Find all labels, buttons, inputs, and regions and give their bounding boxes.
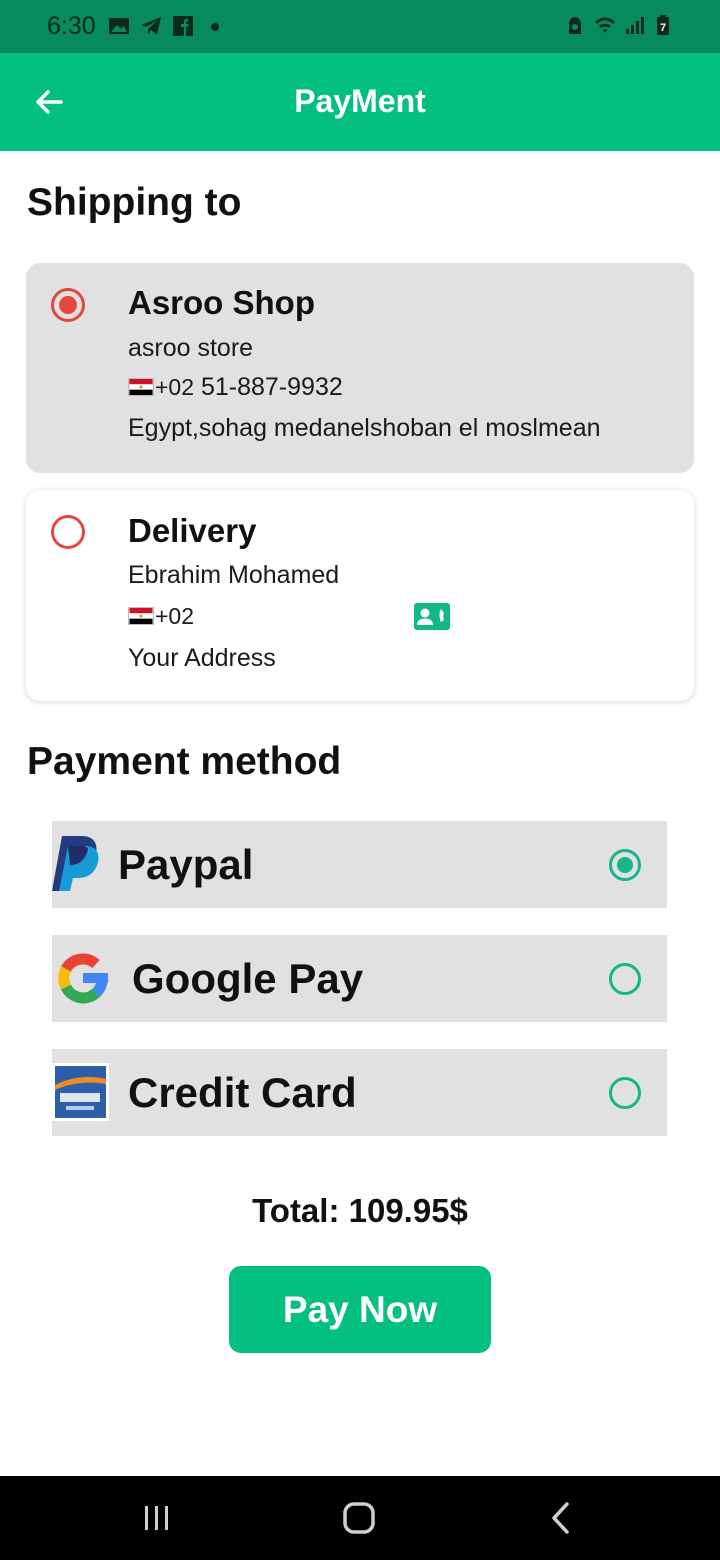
payment-option-label: Credit Card (128, 1069, 357, 1116)
address-name: Asroo Shop (128, 284, 315, 321)
battery-level: 7 (660, 22, 666, 34)
address-text: Egypt,sohag medanelshoban el moslmean (128, 414, 601, 442)
shipping-section-title: Shipping to (27, 181, 242, 224)
address-card-delivery[interactable]: Delivery Ebrahim Mohamed +02 Your Addres… (26, 490, 694, 701)
phone-country-code: +02 (155, 603, 195, 629)
payment-radio-unselected[interactable] (609, 1077, 641, 1109)
status-bar: 6:30 7 (0, 0, 720, 53)
status-system-icons: 7 (564, 14, 676, 36)
pay-now-button[interactable]: Pay Now (229, 1266, 491, 1353)
address-radio-selected[interactable] (51, 288, 85, 322)
payment-option-label: Paypal (118, 841, 254, 888)
payment-option-paypal[interactable]: Paypal (52, 821, 667, 908)
app-bar: PayMent (0, 53, 720, 151)
address-radio-unselected[interactable] (51, 515, 85, 549)
credit-card-icon (52, 1063, 109, 1121)
page-title: PayMent (294, 83, 426, 119)
signal-icon (626, 17, 644, 34)
total-amount: Total: 109.95$ (252, 1192, 468, 1229)
paypal-icon (52, 836, 99, 891)
payment-radio-unselected[interactable] (609, 963, 641, 995)
status-time: 6:30 (47, 12, 96, 40)
address-card-asroo-shop[interactable]: Asroo Shop asroo store +02 51-887-9932 E… (26, 263, 694, 473)
facebook-icon (173, 16, 193, 36)
payment-section-title: Payment method (27, 740, 342, 783)
phone-number: 51-887-9932 (194, 373, 343, 401)
address-name: Delivery (128, 512, 257, 549)
battery-icon: 7 (657, 15, 669, 35)
egypt-flag-icon (128, 607, 154, 625)
phone-country-code: +02 (155, 374, 195, 400)
address-text: Your Address (128, 644, 276, 672)
payment-option-google-pay[interactable]: Google Pay (52, 935, 667, 1022)
dot-icon (211, 23, 219, 31)
address-phone-row: +02 (128, 602, 194, 631)
payment-option-credit-card[interactable]: Credit Card (52, 1049, 667, 1136)
recent-apps-icon[interactable] (137, 1498, 177, 1538)
payment-option-label: Google Pay (132, 955, 364, 1002)
status-notification-icons (108, 15, 226, 37)
payment-radio-selected[interactable] (609, 849, 641, 881)
home-icon[interactable] (339, 1498, 379, 1538)
gallery-icon (109, 18, 129, 34)
wifi-icon (595, 17, 615, 33)
egypt-flag-icon (128, 378, 154, 396)
google-icon (58, 953, 108, 1004)
contact-phone-icon[interactable] (414, 603, 450, 630)
address-phone-row: +02 51-887-9932 (128, 373, 343, 402)
telegram-icon (141, 17, 161, 35)
back-nav-icon[interactable] (541, 1498, 581, 1538)
system-nav-bar (0, 1476, 720, 1560)
alarm-icon (569, 17, 581, 34)
address-subtitle: asroo store (128, 334, 254, 362)
address-subtitle: Ebrahim Mohamed (128, 561, 340, 589)
